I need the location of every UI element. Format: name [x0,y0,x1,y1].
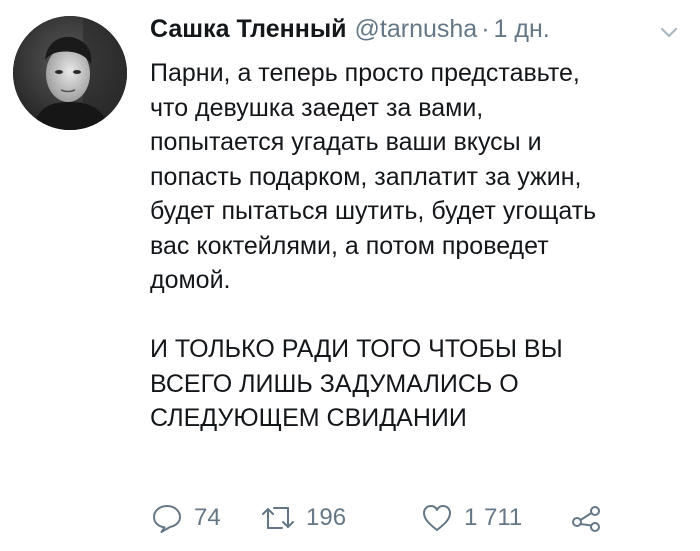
user-handle[interactable]: @tarnusha [355,15,478,43]
share-button[interactable] [570,498,602,538]
avatar[interactable] [13,16,127,130]
reply-button[interactable]: 74 [150,498,221,538]
retweet-button[interactable]: 196 [260,498,346,538]
tweet-header: Сашка Тленный @tarnusha · 1 дн. [150,15,680,51]
tweet-text: Парни, а теперь просто представьте, что … [150,59,597,432]
tweet-actions: 74 196 1 711 [150,498,610,538]
reply-count: 74 [194,504,221,531]
retweet-icon [260,501,296,535]
like-button[interactable]: 1 711 [420,498,522,538]
avatar-image [13,16,127,130]
like-count: 1 711 [464,504,523,531]
timestamp[interactable]: 1 дн. [494,15,550,43]
tweet-card: Сашка Тленный @tarnusha · 1 дн. Парни, а те… [0,0,700,551]
share-icon [570,502,602,534]
heart-icon [420,501,454,535]
reply-icon [150,501,184,535]
time-separator: · [481,15,490,43]
chevron-down-icon[interactable] [658,21,680,43]
display-name[interactable]: Сашка Тленный [150,15,347,43]
retweet-count: 196 [306,504,347,531]
